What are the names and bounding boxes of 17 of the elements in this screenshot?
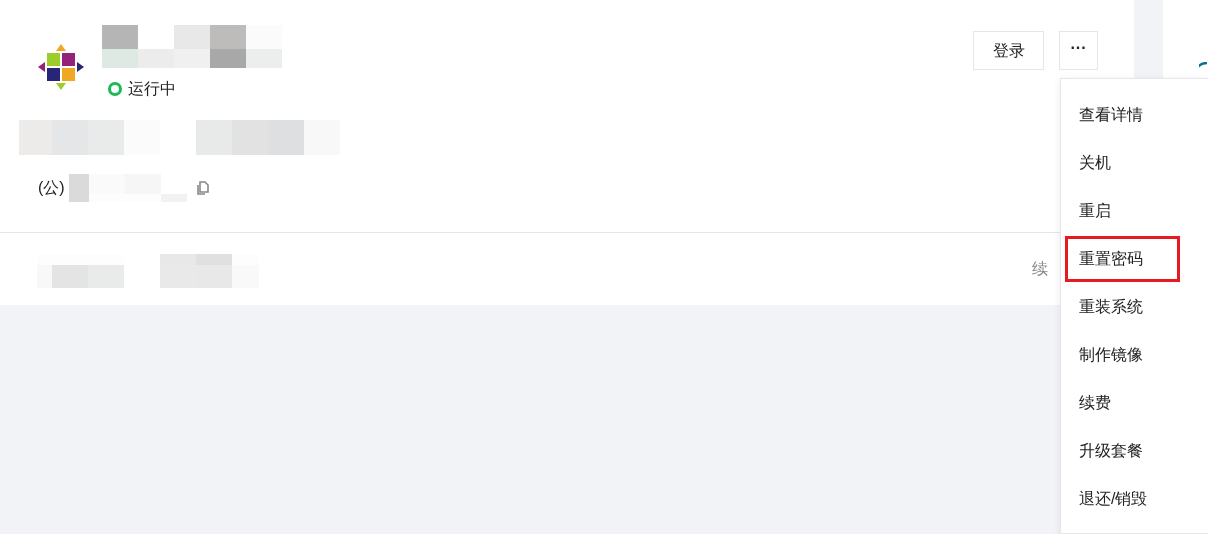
menu-item[interactable]: 升级套餐 — [1065, 428, 1180, 474]
menu-item[interactable]: 查看详情 — [1065, 92, 1180, 138]
renew-link[interactable]: 续 — [1032, 258, 1048, 280]
logo-icon — [38, 44, 84, 90]
menu-item[interactable]: 退还/销毁 — [1065, 476, 1180, 522]
menu-item[interactable]: 续费 — [1065, 380, 1180, 426]
menu-item[interactable]: 制作镜像 — [1065, 332, 1180, 378]
status-ring-icon — [108, 82, 122, 96]
menu-item[interactable]: 重置密码 — [1065, 236, 1180, 282]
more-button[interactable]: ··· — [1059, 31, 1098, 70]
ip-label: (公) — [38, 178, 65, 198]
status-text: 运行中 — [128, 79, 176, 99]
login-button[interactable]: 登录 — [973, 31, 1044, 70]
menu-item[interactable]: 重装系统 — [1065, 284, 1180, 330]
menu-item[interactable]: 关机 — [1065, 140, 1180, 186]
menu-item[interactable]: 重启 — [1065, 188, 1180, 234]
copy-icon[interactable] — [194, 181, 209, 195]
